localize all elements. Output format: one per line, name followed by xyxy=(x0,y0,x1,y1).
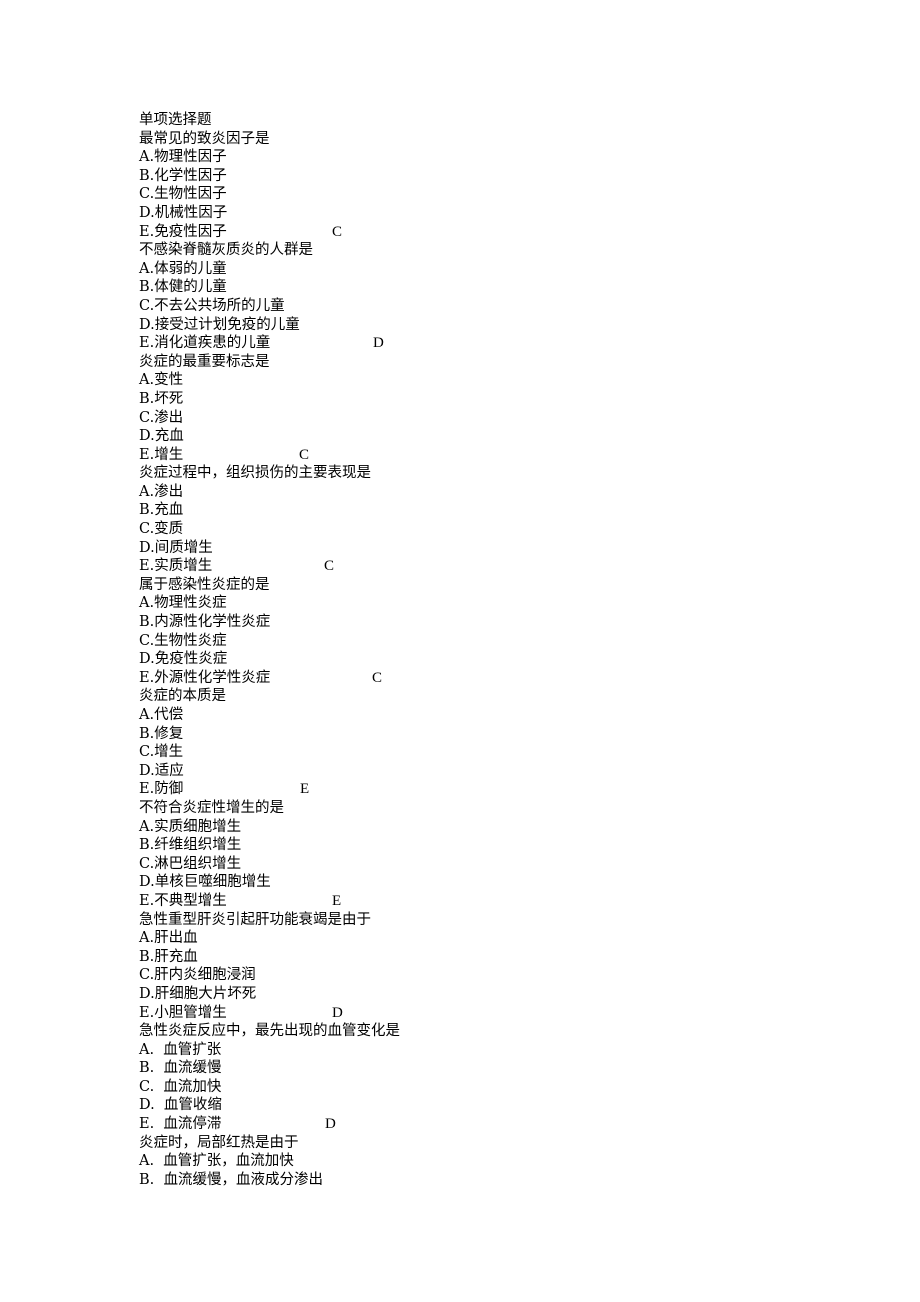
question-stem: 属于感染性炎症的是 xyxy=(139,576,270,593)
option-e-row: E.小胆管增生 D xyxy=(139,1004,400,1023)
option-c: C. 血流加快 xyxy=(139,1078,222,1095)
question-stem: 炎症过程中，组织损伤的主要表现是 xyxy=(139,465,371,482)
option-e: E.增生 xyxy=(139,446,184,463)
option-e: E.防御 xyxy=(139,781,184,798)
option-b: B.化学性因子 xyxy=(139,167,227,184)
option-d: D.充血 xyxy=(139,428,184,445)
option-d: D. 血管收缩 xyxy=(139,1097,222,1114)
option-a: A.变性 xyxy=(139,372,184,389)
option-a: A.肝出血 xyxy=(139,930,198,947)
section-title: 单项选择题 xyxy=(139,112,212,128)
option-b: B.肝充血 xyxy=(139,948,198,965)
option-b: B.坏死 xyxy=(139,390,184,407)
answer-key: D xyxy=(373,335,384,352)
option-e-row: E.实质增生 C xyxy=(139,557,400,576)
option-e-row: E.不典型增生 E xyxy=(139,892,400,911)
option-e-row: E.防御 E xyxy=(139,780,400,799)
answer-key: C xyxy=(324,558,335,575)
option-b: B.修复 xyxy=(139,725,184,742)
option-b: B.内源性化学性炎症 xyxy=(139,614,271,631)
option-d: D.免疫性炎症 xyxy=(139,651,228,668)
question-stem: 最常见的致炎因子是 xyxy=(139,130,270,147)
answer-key: D xyxy=(332,1004,343,1021)
option-d: D.间质增生 xyxy=(139,539,213,556)
answer-key: C xyxy=(372,669,383,686)
answer-key: C xyxy=(332,223,343,240)
option-a: A. 血管扩张，血流加快 xyxy=(139,1153,294,1170)
option-c: C.不去公共场所的儿童 xyxy=(139,297,285,314)
option-d: D.肝细胞大片坏死 xyxy=(139,985,257,1002)
option-b: B. 血流缓慢，血液成分渗出 xyxy=(139,1171,323,1188)
option-b: B.纤维组织增生 xyxy=(139,837,242,854)
option-e: E.免疫性因子 xyxy=(139,223,227,240)
question-stem: 炎症时，局部红热是由于 xyxy=(139,1134,299,1151)
option-e-row: E. 血流停滞 D xyxy=(139,1115,400,1134)
question-stem: 急性炎症反应中，最先出现的血管变化是 xyxy=(139,1023,400,1040)
option-e-row: E.消化道疾患的儿童 D xyxy=(139,334,400,353)
option-c: C.增生 xyxy=(139,744,184,761)
option-e: E.实质增生 xyxy=(139,558,213,575)
option-e: E.小胆管增生 xyxy=(139,1004,227,1021)
question-stem: 不感染脊髓灰质炎的人群是 xyxy=(139,242,313,259)
option-e: E.外源性化学性炎症 xyxy=(139,669,271,686)
option-c: C.生物性炎症 xyxy=(139,632,227,649)
option-b: B. 血流缓慢 xyxy=(139,1060,222,1077)
option-b: B.体健的儿童 xyxy=(139,279,227,296)
option-a: A.体弱的儿童 xyxy=(139,260,227,277)
option-c: C.肝内炎细胞浸润 xyxy=(139,967,256,984)
question-stem: 炎症的最重要标志是 xyxy=(139,353,270,370)
option-e-row: E.增生 C xyxy=(139,446,400,465)
option-c: C.变质 xyxy=(139,521,184,538)
option-e: E.消化道疾患的儿童 xyxy=(139,335,271,352)
answer-key: E xyxy=(300,781,310,798)
option-a: A.物理性因子 xyxy=(139,149,227,166)
option-a: A. 血管扩张 xyxy=(139,1041,222,1058)
option-e: E.不典型增生 xyxy=(139,892,227,909)
question-stem: 不符合炎症性增生的是 xyxy=(139,799,284,816)
answer-key: E xyxy=(332,892,342,909)
document-page: 单项选择题 最常见的致炎因子是 A.物理性因子 B.化学性因子 C.生物性因子 … xyxy=(139,111,400,1189)
option-a: A.代偿 xyxy=(139,707,184,723)
option-e-row: E.免疫性因子 C xyxy=(139,223,400,242)
option-a: A.物理性炎症 xyxy=(139,595,227,612)
option-c: C.淋巴组织增生 xyxy=(139,855,242,872)
option-a: A.实质细胞增生 xyxy=(139,818,242,835)
option-d: D.接受过计划免疫的儿童 xyxy=(139,316,300,333)
option-e-row: E.外源性化学性炎症 C xyxy=(139,669,400,688)
option-c: C.渗出 xyxy=(139,409,184,426)
option-a: A.渗出 xyxy=(139,483,184,500)
option-e: E. 血流停滞 xyxy=(139,1116,222,1133)
option-b: B.充血 xyxy=(139,502,184,519)
option-d: D.机械性因子 xyxy=(139,204,228,221)
answer-key: D xyxy=(325,1116,336,1133)
answer-key: C xyxy=(299,446,310,463)
option-d: D.单核巨噬细胞增生 xyxy=(139,874,271,891)
option-d: D.适应 xyxy=(139,762,184,779)
question-stem: 炎症的本质是 xyxy=(139,688,226,705)
option-c: C.生物性因子 xyxy=(139,186,227,203)
question-stem: 急性重型肝炎引起肝功能衰竭是由于 xyxy=(139,911,371,928)
